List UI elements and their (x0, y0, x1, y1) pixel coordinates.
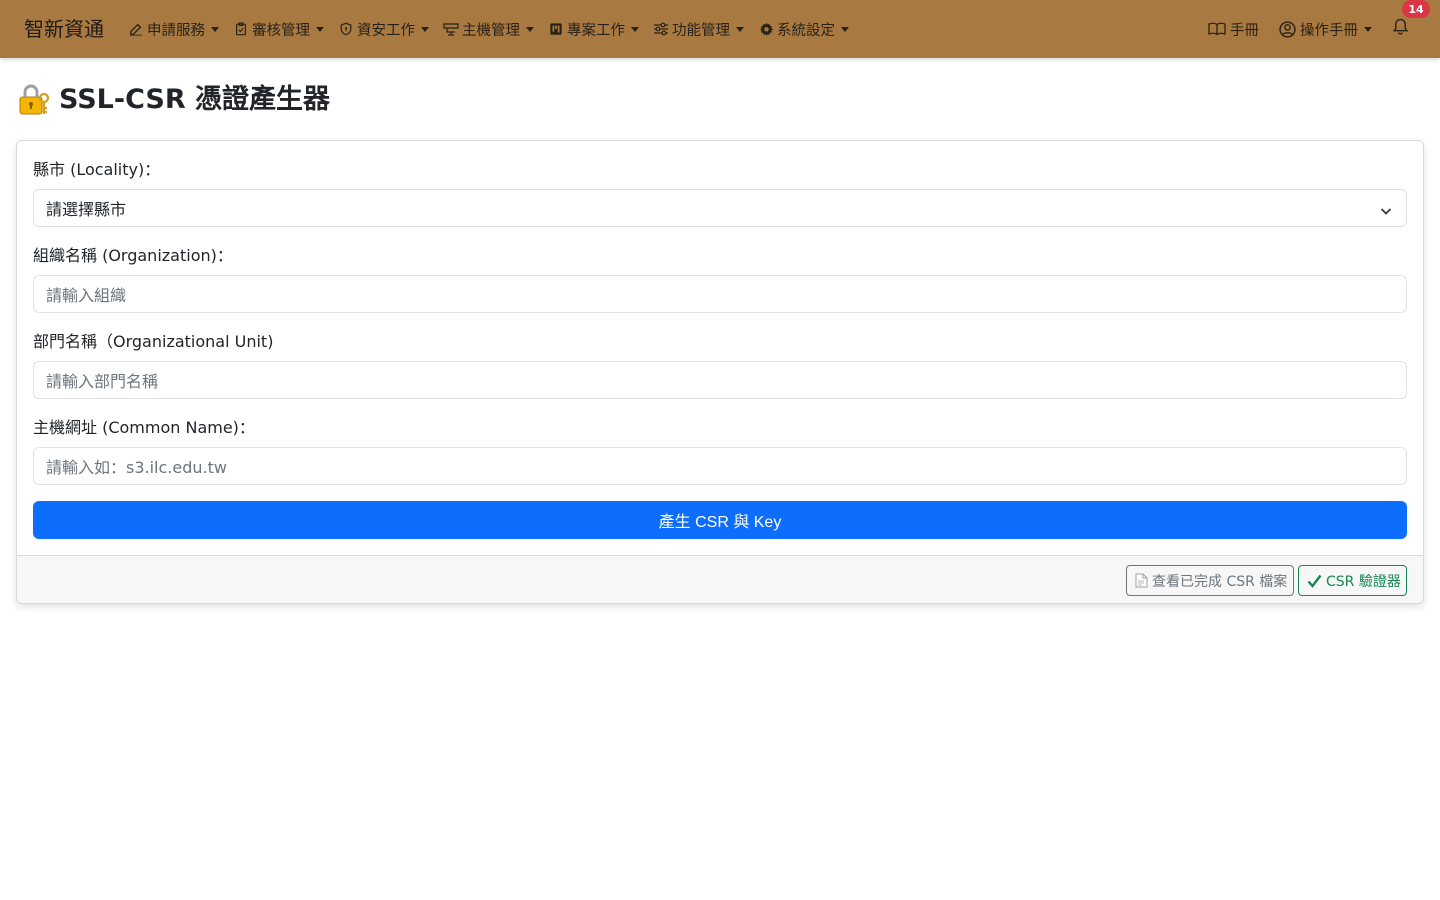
lock-key-icon (17, 83, 51, 117)
clipboard-check-icon (233, 21, 249, 37)
shield-icon (338, 21, 354, 37)
csr-validator-button[interactable]: CSR 驗證器 (1298, 565, 1407, 596)
document-icon (1135, 573, 1148, 588)
menu-security-work[interactable]: 資安工作 (338, 19, 429, 40)
chevron-down-icon (1380, 202, 1392, 215)
sliders-icon (653, 21, 669, 37)
menu-feature-management[interactable]: 功能管理 (653, 19, 744, 40)
organization-label: 組織名稱 (Organization)： (33, 246, 233, 265)
caret-down-icon (1364, 26, 1372, 32)
page-title: SSL-CSR 憑證產生器 (17, 80, 330, 120)
unit-placeholder: 請輸入部門名稱 (46, 372, 159, 391)
menu-apply-services[interactable]: 申請服務 (128, 19, 219, 40)
unit-label: 部門名稱（Organizational Unit) (33, 332, 274, 351)
caret-down-icon (841, 26, 849, 32)
user-circle-icon (1277, 20, 1297, 38)
check-mark-icon (1307, 574, 1322, 588)
edit-icon (128, 21, 144, 37)
caret-down-icon (736, 26, 744, 32)
user-menu[interactable]: 操作手冊 (1277, 19, 1372, 40)
caret-down-icon (316, 26, 324, 32)
menu-label: 申請服務 (147, 22, 205, 39)
card-body: 縣市 (Locality)： 請選擇縣市 組織名稱 (Organization)… (17, 141, 1423, 556)
locality-label: 縣市 (Locality)： (33, 160, 161, 179)
notification-badge: 14 (1402, 0, 1430, 18)
user-label: 操作手冊 (1300, 22, 1358, 39)
card-footer: 查看已完成 CSR 檔案 CSR 驗證器 (17, 555, 1423, 603)
menu-label: 資安工作 (357, 22, 415, 39)
caret-down-icon (631, 26, 639, 32)
caret-down-icon (211, 26, 219, 32)
common-name-label: 主機網址 (Common Name)： (33, 418, 255, 437)
gear-icon (758, 21, 774, 37)
manual-link[interactable]: 手冊 (1207, 19, 1259, 40)
organization-placeholder: 請輸入組織 (46, 286, 127, 305)
menu-label: 審核管理 (252, 22, 310, 39)
common-name-placeholder: 請輸入如：s3.ilc.edu.tw (46, 458, 227, 477)
brand-logo[interactable]: 智新資通 (24, 14, 104, 44)
csr-validator-label: CSR 驗證器 (1326, 573, 1401, 590)
server-icon (443, 21, 459, 37)
page-title-text: SSL-CSR 憑證產生器 (59, 84, 331, 115)
unit-input[interactable]: 請輸入部門名稱 (33, 361, 1407, 399)
book-icon (1207, 21, 1227, 37)
caret-down-icon (526, 26, 534, 32)
menu-label: 功能管理 (672, 22, 730, 39)
bell-icon (1392, 18, 1409, 40)
kanban-icon (548, 21, 564, 37)
generate-csr-button[interactable]: 產生 CSR 與 Key (33, 501, 1407, 539)
menu-label: 主機管理 (462, 22, 520, 39)
csr-form-card: 縣市 (Locality)： 請選擇縣市 組織名稱 (Organization)… (16, 140, 1424, 604)
menu-review-management[interactable]: 審核管理 (233, 19, 324, 40)
main-menu: 申請服務 審核管理 資安工作 主機管理 專案工作 功能管理 系統設定 (128, 17, 863, 41)
menu-label: 專案工作 (567, 22, 625, 39)
top-navbar: 智新資通 申請服務 審核管理 資安工作 主機管理 專案工作 功能管理 系統設定 … (0, 0, 1440, 58)
view-completed-csr-label: 查看已完成 CSR 檔案 (1152, 573, 1288, 590)
manual-label: 手冊 (1230, 22, 1259, 39)
view-completed-csr-button[interactable]: 查看已完成 CSR 檔案 (1126, 565, 1294, 596)
common-name-input[interactable]: 請輸入如：s3.ilc.edu.tw (33, 447, 1407, 485)
caret-down-icon (421, 26, 429, 32)
organization-input[interactable]: 請輸入組織 (33, 275, 1407, 313)
notification-button[interactable] (1390, 17, 1410, 41)
locality-select[interactable]: 請選擇縣市 (33, 189, 1407, 227)
locality-selected-value: 請選擇縣市 (46, 200, 127, 219)
nav-right-group: 手冊 操作手冊 (1207, 17, 1410, 41)
menu-system-settings[interactable]: 系統設定 (758, 19, 849, 40)
menu-project-work[interactable]: 專案工作 (548, 19, 639, 40)
menu-label: 系統設定 (777, 22, 835, 39)
menu-host-management[interactable]: 主機管理 (443, 19, 534, 40)
